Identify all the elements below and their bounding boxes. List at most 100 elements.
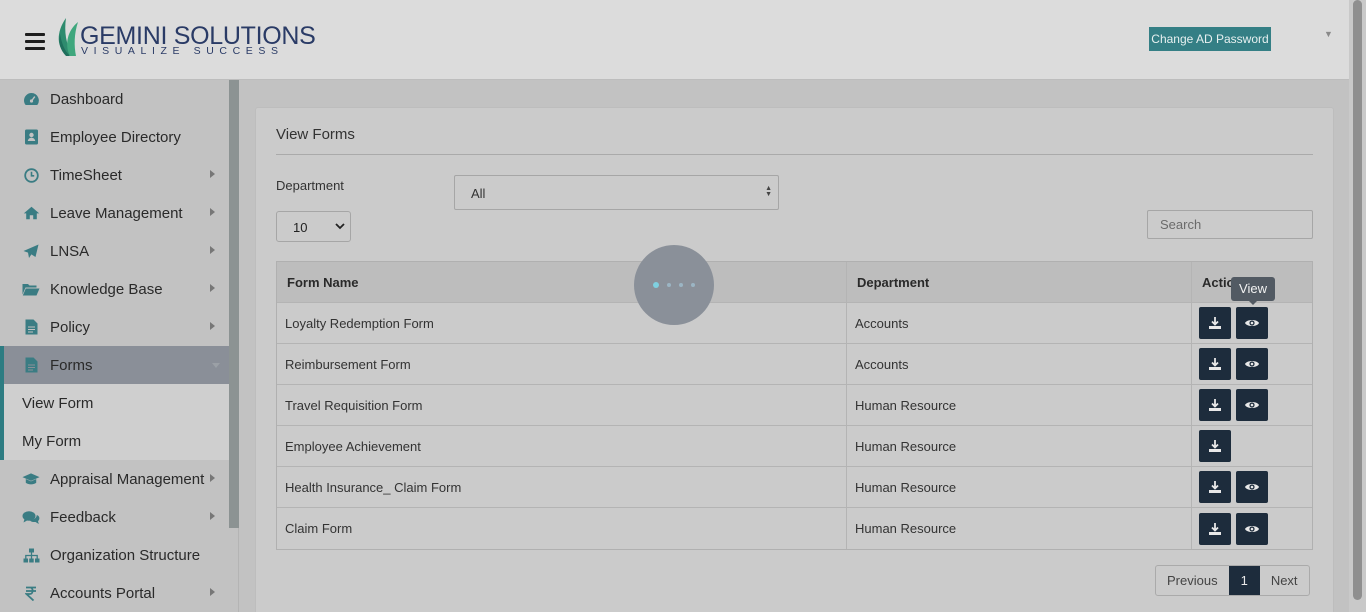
sidebar-item-label: Appraisal Management (50, 470, 205, 488)
sidebar-item-label: Forms (50, 356, 93, 374)
sidebar-item-policy[interactable]: Policy (0, 308, 238, 346)
sidebar-subitem-view-form[interactable]: View Form (0, 384, 238, 422)
download-button[interactable] (1199, 430, 1231, 462)
view-button[interactable] (1236, 348, 1268, 380)
pagination-page-current[interactable]: 1 (1228, 566, 1260, 595)
eye-icon (1244, 481, 1260, 493)
action-cell (1192, 385, 1312, 425)
sidebar-item-label: Policy (50, 318, 91, 336)
table-header-row: Form Name Department Action (277, 262, 1312, 303)
download-button[interactable] (1199, 471, 1231, 503)
form-name-cell: Claim Form (277, 508, 847, 549)
action-cell (1192, 508, 1312, 549)
download-icon (1208, 480, 1222, 494)
department-label: Department (276, 178, 344, 193)
form-name-cell: Loyalty Redemption Form (277, 303, 847, 343)
page-scrollbar[interactable] (1349, 0, 1366, 612)
sidebar-item-feedback[interactable]: Feedback (0, 498, 238, 536)
chevron-down-icon (212, 363, 220, 368)
sidebar-item-label: Organization Structure (50, 546, 201, 564)
sidebar-item-timesheet[interactable]: TimeSheet (0, 156, 238, 194)
sidebar-item-dashboard[interactable]: Dashboard (0, 80, 238, 118)
department-cell: Accounts (847, 344, 1192, 384)
download-button[interactable] (1199, 307, 1231, 339)
download-icon (1208, 398, 1222, 412)
paper-plane-icon (22, 242, 40, 260)
hamburger-menu-icon[interactable] (25, 33, 45, 50)
download-button[interactable] (1199, 512, 1231, 545)
view-button[interactable] (1236, 307, 1268, 339)
department-cell: Human Resource (847, 467, 1192, 507)
download-icon (1208, 316, 1222, 330)
eye-icon (1244, 317, 1260, 329)
form-name-cell: Employee Achievement (277, 426, 847, 466)
sidebar-scrollbar[interactable] (229, 80, 239, 528)
table-row: Health Insurance_ Claim Form Human Resour… (277, 467, 1312, 508)
eye-icon (1244, 399, 1260, 411)
chevron-right-icon (210, 208, 215, 216)
sidebar-item-appraisal-management[interactable]: Appraisal Management (0, 460, 238, 498)
sidebar-item-employee-directory[interactable]: Employee Directory (0, 118, 238, 156)
pagination: Previous 1 Next (1155, 565, 1310, 596)
brand-tagline: VISUALIZE SUCCESS (81, 45, 284, 57)
view-button[interactable] (1236, 471, 1268, 503)
action-cell (1192, 426, 1312, 466)
table-row: Employee Achievement Human Resource (277, 426, 1312, 467)
pagination-previous[interactable]: Previous (1156, 566, 1229, 595)
change-ad-password-button[interactable]: Change AD Password (1149, 27, 1271, 51)
chevron-right-icon (210, 512, 215, 520)
comments-icon (22, 508, 40, 526)
action-cell (1192, 344, 1312, 384)
sidebar-item-organization-structure[interactable]: Organization Structure (0, 536, 238, 574)
view-forms-card: View Forms Department All ▲▼ 10 Form Nam… (255, 107, 1334, 612)
view-button[interactable] (1236, 389, 1268, 421)
loader-dot (691, 283, 695, 287)
sidebar-subitem-my-form[interactable]: My Form (0, 422, 238, 460)
search-input[interactable] (1147, 210, 1313, 239)
department-cell: Accounts (847, 303, 1192, 343)
sidebar-item-label: TimeSheet (50, 166, 122, 184)
chevron-right-icon (210, 170, 215, 178)
action-cell (1192, 303, 1312, 343)
column-header-form-name[interactable]: Form Name (277, 262, 847, 302)
clock-icon (22, 166, 40, 184)
loading-spinner (634, 245, 714, 325)
divider (276, 154, 1313, 155)
company-logo[interactable]: GEMINI SOLUTIONS VISUALIZE SUCCESS (54, 14, 316, 64)
download-button[interactable] (1199, 389, 1231, 421)
view-button[interactable] (1236, 512, 1268, 545)
top-header: GEMINI SOLUTIONS VISUALIZE SUCCESS Chang… (0, 0, 1349, 80)
sidebar-item-knowledge-base[interactable]: Knowledge Base (0, 270, 238, 308)
department-cell: Human Resource (847, 385, 1192, 425)
rupee-icon (22, 584, 40, 602)
column-header-department[interactable]: Department (847, 262, 1192, 302)
download-icon (1208, 357, 1222, 371)
department-cell: Human Resource (847, 508, 1192, 549)
page-length-select[interactable]: 10 (276, 211, 351, 242)
table-body: Loyalty Redemption Form Accounts Reimburse… (277, 303, 1312, 549)
department-cell: Human Resource (847, 426, 1192, 466)
chevron-down-icon[interactable]: ▼ (1324, 29, 1333, 39)
view-tooltip: View (1231, 277, 1275, 305)
document-icon (22, 356, 40, 374)
sitemap-icon (22, 546, 40, 564)
sidebar-item-lnsa[interactable]: LNSA (0, 232, 238, 270)
sidebar-item-label: Knowledge Base (50, 280, 163, 298)
download-icon (1208, 522, 1222, 536)
eye-icon (1244, 358, 1260, 370)
sidebar-item-accounts-portal[interactable]: Accounts Portal (0, 574, 238, 612)
department-select[interactable]: All ▲ ▼ (454, 175, 779, 210)
sidebar-item-leave-management[interactable]: Leave Management (0, 194, 238, 232)
pagination-next[interactable]: Next (1260, 566, 1309, 595)
department-select-value: All (471, 186, 486, 201)
table-row: Travel Requisition Form Human Resource (277, 385, 1312, 426)
page-title: View Forms (276, 126, 355, 143)
loader-dot (667, 283, 671, 287)
sort-arrows-icon: ▲ ▼ (765, 185, 772, 198)
graduation-cap-icon (22, 470, 40, 488)
page-scrollbar-thumb[interactable] (1353, 0, 1362, 600)
sidebar-item-label: Leave Management (50, 204, 183, 222)
sidebar-item-forms[interactable]: Forms (0, 346, 238, 384)
download-button[interactable] (1199, 348, 1231, 380)
sidebar: Dashboard Employee Directory TimeSheet L… (0, 80, 239, 612)
